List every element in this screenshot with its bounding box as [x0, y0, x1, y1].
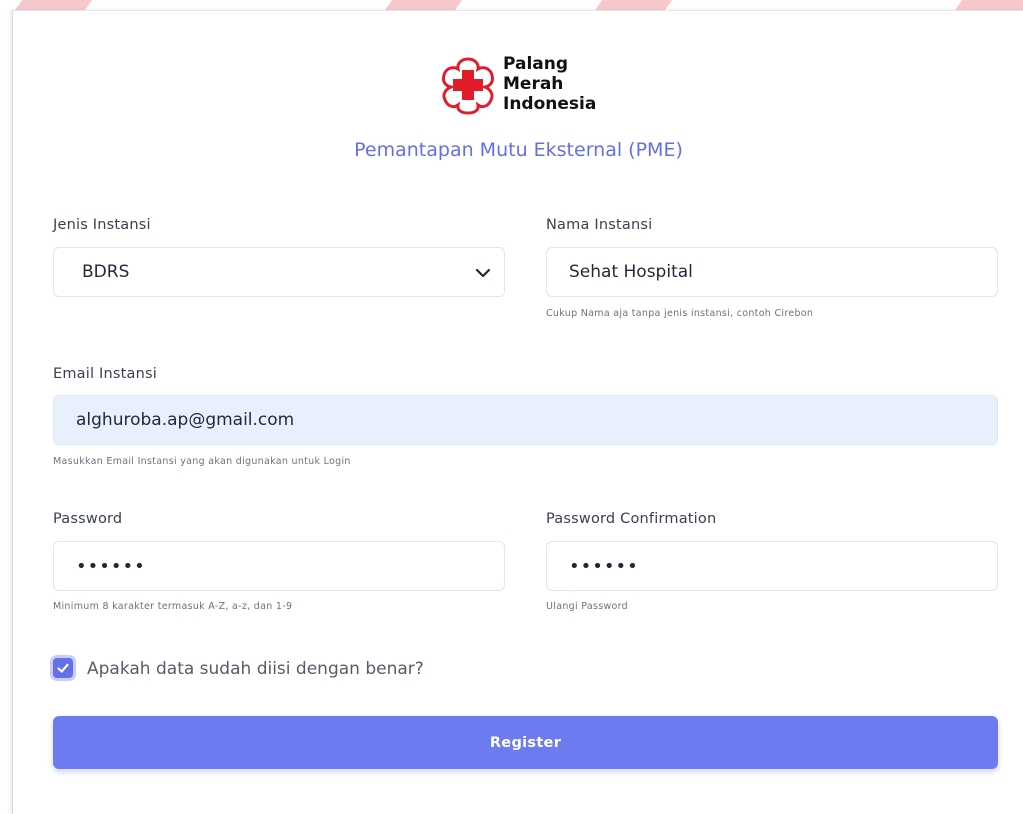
- password-value: ••••••: [76, 555, 146, 577]
- password-input[interactable]: ••••••: [53, 541, 505, 591]
- pmi-logo: Palang Merah Indonesia: [437, 53, 596, 115]
- brand-name: Palang Merah Indonesia: [503, 54, 596, 114]
- nama-instansi-label: Nama Instansi: [546, 217, 653, 233]
- password-confirmation-label: Password Confirmation: [546, 511, 717, 527]
- email-instansi-hint: Masukkan Email Instansi yang akan diguna…: [53, 456, 351, 467]
- brand-line-1: Palang: [503, 54, 569, 74]
- password-confirmation-hint: Ulangi Password: [546, 601, 628, 612]
- page-subtitle: Pemantapan Mutu Eksternal (PME): [354, 139, 683, 161]
- email-instansi-value: alghuroba.ap@gmail.com: [76, 410, 295, 430]
- confirm-checkbox[interactable]: [53, 658, 73, 678]
- jenis-instansi-label: Jenis Instansi: [53, 217, 151, 233]
- red-cross-icon: [442, 57, 494, 115]
- email-instansi-label: Email Instansi: [53, 366, 158, 382]
- email-instansi-input[interactable]: alghuroba.ap@gmail.com: [53, 395, 998, 445]
- brand-line-3: Indonesia: [503, 94, 597, 114]
- password-confirmation-input[interactable]: ••••••: [546, 541, 998, 591]
- password-confirmation-value: ••••••: [569, 555, 639, 577]
- register-button[interactable]: Register: [53, 716, 998, 769]
- register-card: Palang Merah Indonesia Pemantapan Mutu E…: [12, 10, 1023, 814]
- nama-instansi-hint: Cukup Nama aja tanpa jenis instansi, con…: [546, 308, 814, 319]
- checkmark-icon: [57, 663, 69, 673]
- brand-line-2: Merah: [503, 74, 564, 94]
- nama-instansi-input[interactable]: Sehat Hospital: [546, 247, 998, 297]
- confirm-checkbox-label[interactable]: Apakah data sudah diisi dengan benar?: [87, 659, 424, 679]
- nama-instansi-value: Sehat Hospital: [569, 262, 693, 282]
- jenis-instansi-value: BDRS: [82, 262, 130, 282]
- password-label: Password: [53, 511, 123, 527]
- jenis-instansi-select[interactable]: BDRS: [53, 247, 505, 297]
- chevron-down-icon: [475, 268, 491, 278]
- password-hint: Minimum 8 karakter termasuk A-Z, a-z, da…: [53, 601, 293, 612]
